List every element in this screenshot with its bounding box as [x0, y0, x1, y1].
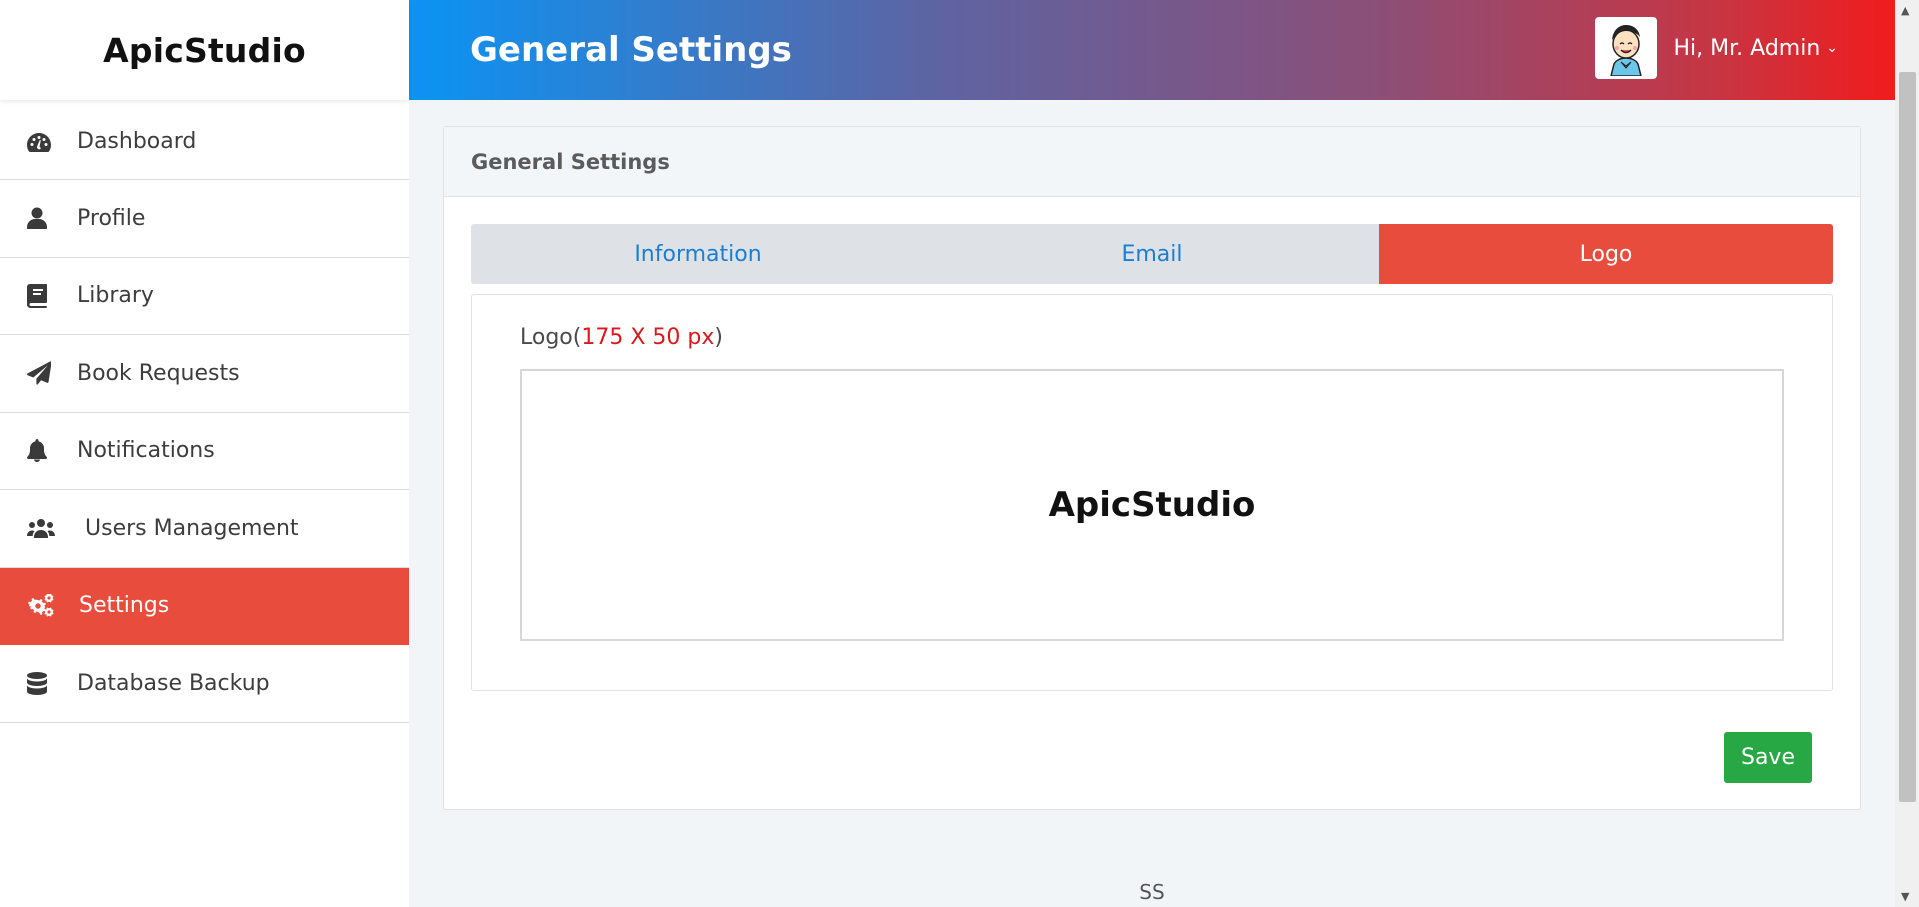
sidebar: ApicStudio Dashboard Profile Library Boo…	[0, 0, 409, 907]
page-title: General Settings	[470, 30, 792, 70]
sidebar-item-label: Profile	[77, 205, 146, 231]
scroll-up-icon[interactable]: ▲	[1901, 4, 1909, 17]
vertical-scrollbar[interactable]: ▲ ▼	[1895, 0, 1919, 907]
top-header: General Settings Hi, Mr. Admin ⌄	[409, 0, 1895, 100]
sidebar-item-users-management[interactable]: Users Management	[0, 490, 409, 568]
tab-information[interactable]: Information	[471, 224, 925, 284]
sidebar-item-library[interactable]: Library	[0, 258, 409, 335]
scrollbar-thumb[interactable]	[1899, 72, 1916, 802]
sidebar-item-label: Settings	[79, 593, 170, 619]
database-icon	[27, 670, 55, 696]
users-icon	[27, 515, 55, 541]
tab-email[interactable]: Email	[925, 224, 1379, 284]
card-header: General Settings	[444, 127, 1860, 197]
logo-label-close-paren: )	[714, 325, 723, 350]
user-menu[interactable]: Hi, Mr. Admin ⌄	[1594, 17, 1838, 79]
sidebar-item-notifications[interactable]: Notifications	[0, 413, 409, 490]
paper-plane-icon	[27, 360, 55, 386]
card-title: General Settings	[471, 149, 670, 174]
sidebar-item-label: Notifications	[77, 438, 215, 464]
avatar	[1594, 17, 1657, 79]
logo-field-label: Logo(175 X 50 px)	[520, 325, 723, 350]
sidebar-item-label: Users Management	[85, 515, 299, 541]
footer-text: SS	[1139, 880, 1165, 904]
tab-logo[interactable]: Logo	[1379, 224, 1833, 284]
sidebar-item-dashboard[interactable]: Dashboard	[0, 100, 409, 180]
scroll-down-icon[interactable]: ▼	[1901, 890, 1909, 903]
logo-preview-image: ApicStudio	[1048, 485, 1256, 525]
bell-icon	[27, 438, 55, 464]
settings-tabs: Information Email Logo	[471, 224, 1833, 284]
sidebar-item-label: Database Backup	[77, 670, 270, 696]
logo-size-hint: 175 X 50 px	[581, 325, 715, 350]
sidebar-item-database-backup[interactable]: Database Backup	[0, 645, 409, 723]
chevron-down-icon: ⌄	[1826, 40, 1838, 56]
sidebar-item-book-requests[interactable]: Book Requests	[0, 335, 409, 413]
cogs-icon	[27, 593, 55, 619]
logo-tab-panel: Logo(175 X 50 px) ApicStudio	[471, 294, 1833, 691]
sidebar-item-label: Book Requests	[77, 360, 240, 386]
sidebar-nav: Dashboard Profile Library Book Requests …	[0, 100, 409, 723]
sidebar-item-label: Dashboard	[77, 129, 197, 154]
user-icon	[27, 205, 55, 231]
brand-name: ApicStudio	[103, 30, 306, 70]
user-greeting: Hi, Mr. Admin	[1673, 35, 1821, 61]
logo-label-text: Logo	[520, 325, 573, 350]
logo-upload-preview[interactable]: ApicStudio	[520, 369, 1784, 641]
book-icon	[27, 283, 55, 309]
save-button[interactable]: Save	[1724, 732, 1812, 783]
tachometer-icon	[27, 129, 55, 155]
settings-card: General Settings Information Email Logo …	[443, 126, 1861, 810]
sidebar-item-label: Library	[77, 283, 154, 309]
sidebar-item-profile[interactable]: Profile	[0, 180, 409, 258]
brand-logo[interactable]: ApicStudio	[0, 0, 409, 100]
sidebar-item-settings[interactable]: Settings	[0, 567, 409, 645]
